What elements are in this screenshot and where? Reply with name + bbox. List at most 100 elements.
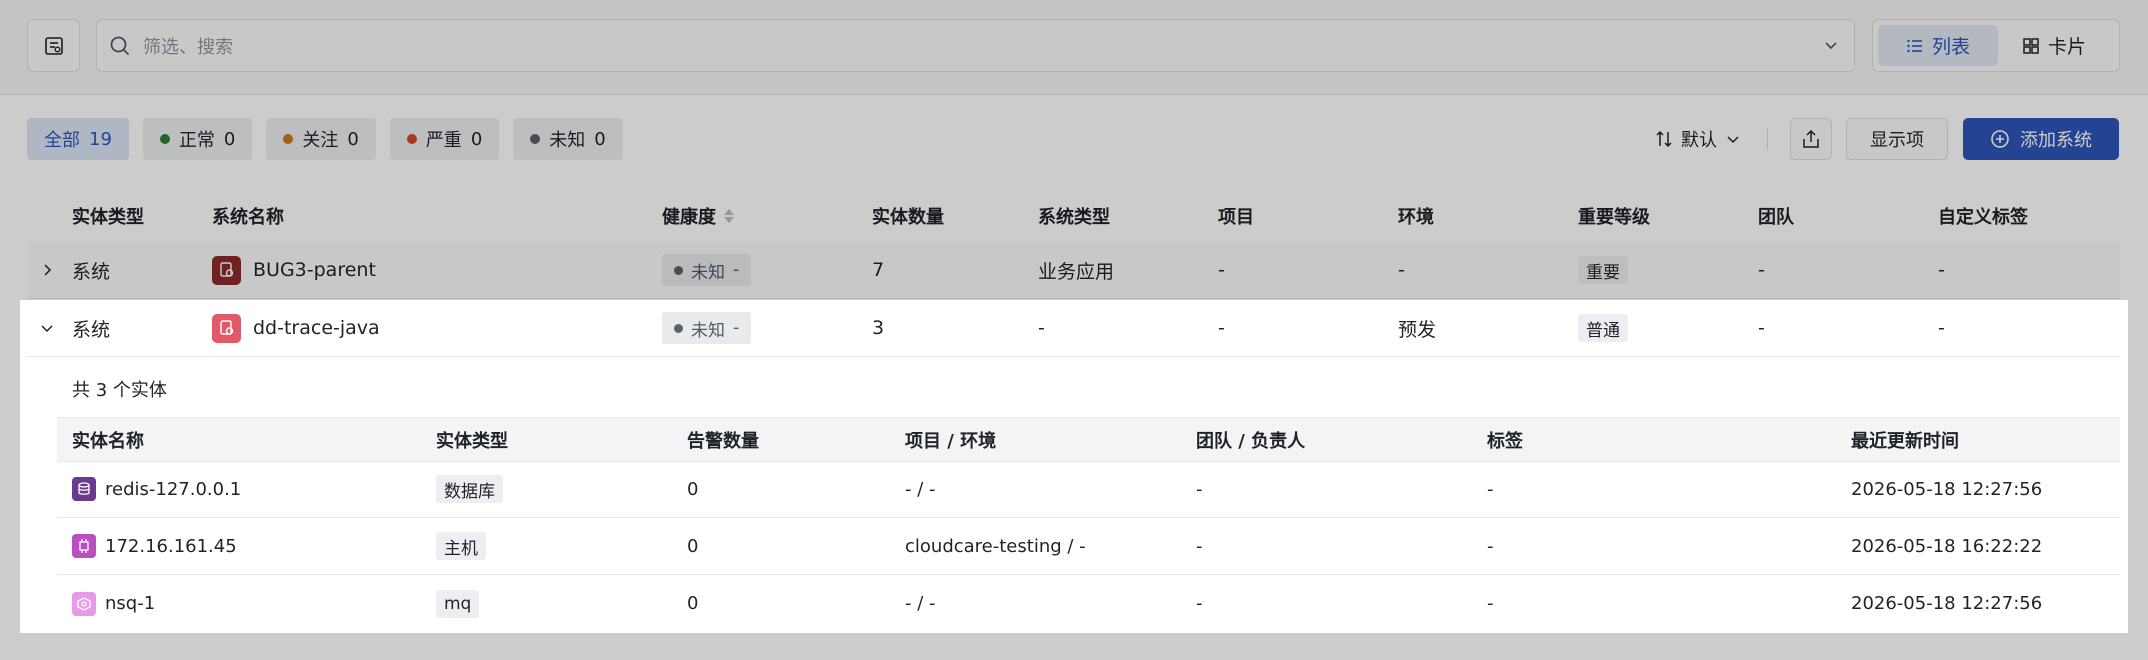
search-icon: [110, 36, 130, 55]
table-row[interactable]: 系统 BUG3-parent 未知 - 7 业务应用 - - 重要 - -: [27, 242, 2120, 299]
filter-label: 关注: [302, 130, 339, 151]
system-name-cell[interactable]: BUG3-parent: [212, 242, 376, 298]
filter-label: 未知: [549, 130, 586, 151]
filter-label: 全部: [44, 130, 80, 151]
entity-name: nsq-1: [105, 593, 156, 614]
status-dot-icon: [283, 134, 294, 144]
entity-name: redis-127.0.0.1: [105, 478, 242, 500]
entity-type-cell: 数据库: [436, 461, 503, 517]
col-tags: 标签: [1487, 430, 1523, 452]
card-view-button[interactable]: 卡片: [1998, 25, 2110, 66]
display-columns-button[interactable]: 显示项: [1846, 118, 1948, 160]
dim-overlay-bottom: [0, 633, 2148, 660]
project-env: - / -: [905, 593, 936, 614]
export-button[interactable]: [1790, 118, 1832, 160]
toolbar-divider: [1767, 128, 1768, 150]
health-badge: 未知 -: [662, 312, 752, 344]
entity-name-cell[interactable]: 172.16.161.45: [72, 518, 237, 574]
entity-type-tag: 主机: [436, 532, 486, 560]
sort-dropdown[interactable]: 默认: [1655, 118, 1741, 160]
project-env: - / -: [905, 478, 936, 500]
col-entity-name: 实体名称: [72, 430, 144, 452]
expand-row-button[interactable]: [39, 242, 55, 298]
search-input[interactable]: 筛选、搜索: [96, 19, 1855, 72]
project: -: [1218, 317, 1225, 339]
importance-tag: 普通: [1578, 314, 1628, 342]
dim-overlay-left: [0, 300, 20, 633]
database-icon: [72, 477, 96, 501]
table-row[interactable]: 系统 dd-trace-java 未知 - 3 - - 预发 普通 - -: [27, 300, 2120, 357]
list-icon: [1907, 39, 1922, 52]
system-name: BUG3-parent: [253, 259, 376, 281]
col-entity-type: 实体类型: [436, 430, 508, 452]
sort-icon: [1656, 130, 1672, 148]
display-columns-label: 显示项: [1870, 130, 1924, 151]
team-owner: -: [1196, 478, 1203, 500]
project-env: cloudcare-testing / -: [905, 535, 1086, 557]
panel-icon: [44, 36, 63, 55]
top-bar: 筛选、搜索 列表 卡片: [0, 0, 2148, 95]
filter-count: 0: [470, 128, 483, 150]
alert-count: 0: [687, 478, 699, 500]
chevron-down-icon[interactable]: [1822, 36, 1840, 54]
panel-toggle-button[interactable]: [27, 19, 80, 72]
importance-tag: 重要: [1578, 256, 1628, 284]
status-dot-icon: [674, 323, 683, 333]
list-view-button[interactable]: 列表: [1878, 25, 1998, 66]
entity-row[interactable]: redis-127.0.0.1 数据库 0 - / - - - 2026-05-…: [57, 461, 2120, 518]
entity-name: 172.16.161.45: [105, 535, 237, 557]
entity-row[interactable]: nsq-1 mq 0 - / - - - 2026-05-18 12:27:56: [57, 575, 2120, 632]
system-icon: [212, 313, 241, 343]
entity-name-cell[interactable]: redis-127.0.0.1: [72, 461, 241, 517]
health-extra: -: [733, 260, 740, 280]
add-system-label: 添加系统: [2020, 130, 2092, 151]
entity-row[interactable]: 172.16.161.45 主机 0 cloudcare-testing / -…: [57, 518, 2120, 575]
col-health-label: 健康度: [662, 206, 716, 228]
team: -: [1758, 317, 1765, 339]
last-updated: 2026-05-18 12:27:56: [1851, 593, 2043, 614]
importance-cell: 普通: [1578, 300, 1628, 356]
last-updated: 2026-05-18 16:22:22: [1851, 535, 2043, 557]
col-alert-count: 告警数量: [687, 430, 759, 452]
system-icon: [212, 255, 241, 285]
team-owner: -: [1196, 593, 1203, 614]
filter-chip-normal[interactable]: 正常 0: [142, 118, 253, 160]
filter-chip-critical[interactable]: 严重 0: [389, 118, 500, 160]
add-system-button[interactable]: 添加系统: [1963, 118, 2119, 160]
filter-count: 19: [89, 128, 112, 150]
sort-label: 默认: [1681, 130, 1717, 151]
export-icon: [1803, 129, 1819, 148]
filter-chip-attention[interactable]: 关注 0: [266, 118, 376, 160]
status-dot-icon: [159, 134, 170, 144]
sort-caret-icon: [724, 208, 734, 223]
chevron-down-icon: [1727, 136, 1739, 144]
status-filter-chips: 全部 19 正常 0 关注 0 严重 0 未知 0: [27, 118, 623, 160]
entity-type-cell: mq: [436, 575, 480, 632]
col-importance: 重要等级: [1578, 206, 1650, 228]
filter-chip-all[interactable]: 全部 19: [27, 118, 129, 160]
tags: -: [1487, 593, 1494, 614]
filter-label: 严重: [425, 130, 462, 151]
filter-count: 0: [223, 128, 236, 150]
filter-chip-unknown[interactable]: 未知 0: [513, 118, 623, 160]
entity-type: 系统: [72, 318, 111, 341]
grid-icon: [2023, 37, 2039, 54]
mq-icon: [72, 591, 96, 616]
col-last-updated: 最近更新时间: [1851, 430, 1959, 452]
environment: 预发: [1398, 318, 1437, 341]
dim-overlay-right: [2128, 300, 2148, 633]
plus-circle-icon: [1991, 130, 2009, 148]
system-name-cell[interactable]: dd-trace-java: [212, 300, 380, 356]
health-extra: -: [733, 318, 740, 338]
collapse-row-button[interactable]: [39, 300, 55, 356]
card-view-label: 卡片: [2047, 36, 2086, 58]
list-view-label: 列表: [1931, 36, 1970, 58]
entity-name-cell[interactable]: nsq-1: [72, 575, 155, 632]
col-health[interactable]: 健康度: [662, 188, 734, 243]
tags: -: [1487, 478, 1494, 500]
health-label: 未知: [691, 320, 725, 341]
alert-count: 0: [687, 535, 699, 557]
team: -: [1758, 259, 1765, 281]
entity-count: 7: [872, 259, 885, 281]
custom-tags: -: [1938, 259, 1945, 281]
